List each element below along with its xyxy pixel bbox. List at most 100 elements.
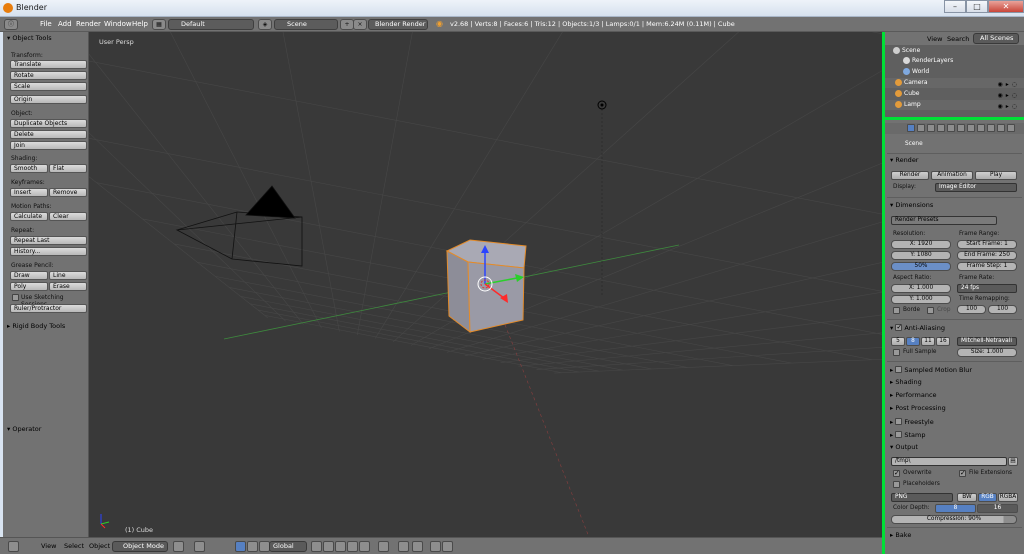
3d-viewport[interactable]: User Persp (1) Cube bbox=[89, 32, 882, 537]
resolution-percent-slider[interactable]: 50% bbox=[891, 262, 951, 271]
viewport-shading-icon[interactable] bbox=[173, 541, 184, 552]
maximize-button[interactable]: □ bbox=[966, 0, 988, 13]
data-tab-icon[interactable] bbox=[977, 124, 985, 132]
menu-object[interactable]: Object bbox=[89, 542, 110, 550]
snap-element-icon[interactable] bbox=[412, 541, 423, 552]
frame-rate-dropdown[interactable]: 24 fps bbox=[957, 284, 1017, 293]
outliner-row-world[interactable]: World bbox=[885, 67, 1024, 77]
render-layers-tab-icon[interactable] bbox=[917, 124, 925, 132]
clear-button[interactable]: Clear bbox=[49, 212, 87, 221]
snap-icon[interactable] bbox=[398, 541, 409, 552]
rigid-body-tools-header[interactable]: Rigid Body Tools bbox=[7, 322, 65, 330]
freestyle-checkbox[interactable] bbox=[895, 418, 903, 425]
visibility-toggles-icon[interactable]: ◉▸◌ bbox=[998, 102, 1020, 112]
smooth-button[interactable]: Smooth bbox=[10, 164, 48, 173]
layer-button-4[interactable] bbox=[347, 541, 358, 552]
delete-button[interactable]: Delete bbox=[10, 130, 87, 139]
insert-keyframe-button[interactable]: Insert bbox=[10, 188, 48, 197]
aa-samples-5[interactable]: 5 bbox=[891, 337, 905, 346]
render-opengl-icon[interactable] bbox=[430, 541, 441, 552]
layer-button-5[interactable] bbox=[359, 541, 370, 552]
play-button[interactable]: Play bbox=[975, 171, 1017, 180]
end-frame-field[interactable]: End Frame: 250 bbox=[957, 251, 1017, 260]
scale-button[interactable]: Scale bbox=[10, 82, 87, 91]
outliner-menu-search[interactable]: Search bbox=[947, 35, 969, 43]
animation-button[interactable]: Animation bbox=[931, 171, 973, 180]
menu-file[interactable]: File bbox=[40, 20, 52, 28]
time-remap-old-field[interactable]: 100 bbox=[957, 305, 986, 314]
anti-aliasing-section-header[interactable]: Anti-Aliasing bbox=[890, 323, 945, 332]
screen-layout-icon[interactable]: ▦ bbox=[152, 19, 166, 30]
compression-slider[interactable]: Compression: 90% bbox=[891, 515, 1017, 524]
output-section-header[interactable]: Output bbox=[890, 443, 918, 451]
outliner-row-camera[interactable]: Camera ◉▸◌ bbox=[885, 78, 1024, 88]
performance-section-header[interactable]: Performance bbox=[890, 391, 936, 399]
outliner-menu-view[interactable]: View bbox=[927, 35, 942, 43]
translate-button[interactable]: Translate bbox=[10, 60, 87, 69]
output-folder-icon[interactable]: ▤ bbox=[1008, 457, 1018, 466]
outliner-display-dropdown[interactable]: All Scenes bbox=[973, 33, 1019, 44]
resolution-x-field[interactable]: X: 1920 bbox=[891, 240, 951, 249]
time-remap-new-field[interactable]: 100 bbox=[988, 305, 1017, 314]
anti-aliasing-checkbox[interactable] bbox=[895, 323, 903, 331]
origin-button[interactable]: Origin bbox=[10, 95, 87, 104]
menu-window[interactable]: Window bbox=[104, 20, 132, 28]
aa-samples-11[interactable]: 11 bbox=[921, 337, 935, 346]
object-tab-icon[interactable] bbox=[947, 124, 955, 132]
aspect-y-field[interactable]: Y: 1.000 bbox=[891, 295, 951, 304]
color-bw-button[interactable]: BW bbox=[957, 493, 977, 502]
object-tools-panel-header[interactable]: Object Tools bbox=[7, 34, 51, 42]
menu-view[interactable]: View bbox=[41, 542, 56, 550]
scene-remove-icon[interactable]: × bbox=[353, 19, 367, 30]
join-button[interactable]: Join bbox=[10, 141, 87, 150]
display-dropdown[interactable]: Image Editor bbox=[935, 183, 1017, 192]
stamp-checkbox[interactable] bbox=[895, 431, 903, 438]
editor-type-info-icon[interactable]: ⓘ bbox=[4, 19, 18, 30]
viewport-canvas[interactable] bbox=[89, 32, 882, 537]
motion-blur-checkbox[interactable] bbox=[895, 366, 903, 373]
minimize-button[interactable]: – bbox=[944, 0, 966, 13]
file-format-dropdown[interactable]: PNG bbox=[891, 493, 953, 502]
render-tab-icon[interactable] bbox=[907, 124, 915, 132]
placeholders-checkbox[interactable] bbox=[893, 481, 900, 488]
use-sketching-checkbox[interactable] bbox=[12, 294, 19, 301]
color-rgba-button[interactable]: RGBA bbox=[998, 493, 1018, 502]
freestyle-section-header[interactable]: Freestyle bbox=[890, 417, 934, 426]
render-engine-dropdown[interactable]: Blender Render bbox=[368, 19, 428, 30]
crop-checkbox[interactable] bbox=[927, 307, 934, 314]
render-anim-icon[interactable] bbox=[442, 541, 453, 552]
operator-panel-header[interactable]: Operator bbox=[7, 425, 41, 433]
erase-button[interactable]: Erase bbox=[49, 282, 87, 291]
world-tab-icon[interactable] bbox=[937, 124, 945, 132]
color-rgb-button[interactable]: RGB bbox=[978, 493, 997, 502]
aa-filter-dropdown[interactable]: Mitchell-Netravali bbox=[957, 337, 1017, 346]
menu-add[interactable]: Add bbox=[58, 20, 72, 28]
scene-field[interactable]: Scene bbox=[274, 19, 338, 30]
physics-tab-icon[interactable] bbox=[1007, 124, 1015, 132]
file-extensions-checkbox[interactable] bbox=[959, 469, 966, 477]
manipulator-toggle-icon[interactable] bbox=[235, 541, 246, 552]
draw-button[interactable]: Draw bbox=[10, 271, 48, 280]
frame-step-field[interactable]: Frame Step: 1 bbox=[957, 262, 1017, 271]
line-button[interactable]: Line bbox=[49, 271, 87, 280]
outliner-row-lamp[interactable]: Lamp ◉▸◌ bbox=[885, 100, 1024, 110]
color-depth-16-button[interactable]: 16 bbox=[977, 504, 1018, 513]
material-tab-icon[interactable] bbox=[987, 124, 995, 132]
aa-samples-16[interactable]: 16 bbox=[936, 337, 950, 346]
render-section-header[interactable]: Render bbox=[890, 156, 918, 164]
layer-button-1[interactable] bbox=[311, 541, 322, 552]
resolution-y-field[interactable]: Y: 1080 bbox=[891, 251, 951, 260]
border-checkbox[interactable] bbox=[893, 307, 900, 314]
post-processing-section-header[interactable]: Post Processing bbox=[890, 404, 945, 412]
aa-samples-8[interactable]: 8 bbox=[906, 337, 920, 346]
editor-type-3d-icon[interactable] bbox=[8, 541, 19, 552]
duplicate-objects-button[interactable]: Duplicate Objects bbox=[10, 119, 87, 128]
outliner-row-cube[interactable]: Cube ◉▸◌ bbox=[885, 89, 1024, 99]
dimensions-section-header[interactable]: Dimensions bbox=[890, 201, 933, 209]
flat-button[interactable]: Flat bbox=[49, 164, 87, 173]
menu-render[interactable]: Render bbox=[76, 20, 101, 28]
texture-tab-icon[interactable] bbox=[997, 124, 1005, 132]
translate-manip-icon[interactable] bbox=[247, 541, 258, 552]
remove-keyframe-button[interactable]: Remove bbox=[49, 188, 87, 197]
modifiers-tab-icon[interactable] bbox=[967, 124, 975, 132]
